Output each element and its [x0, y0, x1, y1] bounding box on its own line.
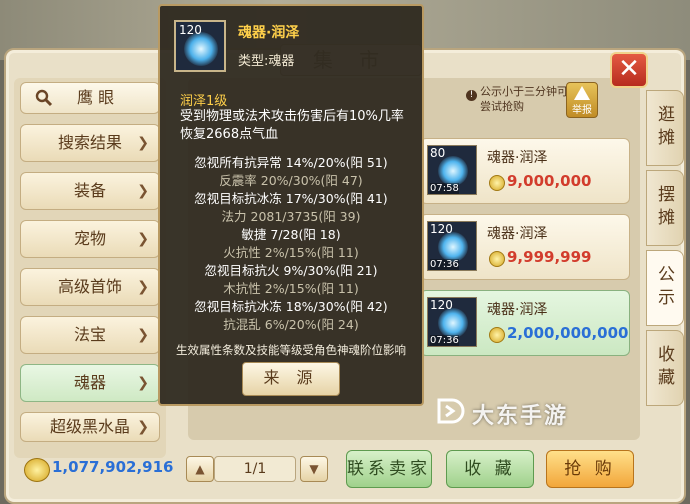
tooltip-item-level: 120 — [179, 23, 202, 37]
item-price: 9,999,999 — [507, 248, 592, 266]
item-thumbnail: 120 07:36 — [427, 297, 477, 347]
chevron-right-icon: ❯ — [137, 375, 149, 391]
favorite-button[interactable]: 收 藏 — [446, 450, 534, 488]
item-thumbnail: 120 07:36 — [427, 221, 477, 271]
report-button[interactable]: 举报 — [566, 82, 598, 118]
tooltip-attribute: 忽视目标抗冰冻 17%/30%(阳 41) — [194, 191, 388, 206]
tooltip-skill-title: 润泽1级 — [180, 94, 228, 109]
page-indicator: 1/1 — [214, 456, 296, 482]
tooltip-attribute-list: 忽视所有抗异常 14%/20%(阳 51) 反震率 20%/30%(阳 47) … — [160, 154, 422, 334]
coin-icon — [489, 327, 505, 343]
item-timer: 07:36 — [430, 335, 459, 346]
menu-item-search-results[interactable]: 搜索结果 ❯ — [20, 124, 160, 162]
menu-item-label: 搜索结果 — [57, 133, 122, 152]
coin-icon — [489, 175, 505, 191]
tooltip-attribute: 忽视目标抗火 9%/30%(阳 21) — [204, 263, 378, 278]
report-label: 举报 — [572, 105, 592, 116]
tooltip-skill-desc: 受到物理或法术攻击伤害后有10%几率恢复2668点气血 — [180, 109, 404, 142]
item-tooltip: 120 魂器·润泽 类型:魂器 润泽1级 受到物理或法术攻击伤害后有10%几率恢… — [158, 4, 424, 406]
item-level: 80 — [430, 146, 446, 160]
item-level: 120 — [430, 222, 453, 236]
chevron-right-icon: ❯ — [137, 231, 149, 247]
menu-item-label: 高级首饰 — [57, 277, 122, 296]
menu-item-magic-treasure[interactable]: 法宝 ❯ — [20, 316, 160, 354]
tooltip-footer-note: 生效属性条数及技能等级受角色神魂阶位影响 — [176, 343, 406, 357]
coin-icon — [489, 251, 505, 267]
tooltip-attribute: 反震率 20%/30%(阳 47) — [219, 173, 363, 188]
tooltip-attribute: 抗混乱 6%/20%(阳 24) — [223, 317, 359, 332]
page-up-button[interactable]: ▲ — [186, 456, 214, 482]
tooltip-attribute: 木抗性 2%/15%(阳 11) — [223, 281, 359, 296]
tooltip-item-icon: 120 — [174, 20, 226, 72]
search-label: 鹰 眼 — [77, 88, 115, 107]
notice-label: 公示小于三分钟可尝试抢购 — [480, 85, 568, 113]
close-button[interactable]: ✕ — [610, 52, 648, 88]
item-price: 2,000,000,000 — [507, 324, 629, 342]
item-name: 魂器·润泽 — [487, 150, 548, 166]
chevron-down-icon: ▼ — [309, 462, 319, 476]
listing-card-selected[interactable]: 120 07:36 魂器·润泽 2,000,000,000 — [420, 290, 630, 356]
watermark-logo-icon — [437, 398, 465, 424]
source-button[interactable]: 来 源 — [242, 362, 340, 396]
tooltip-attribute: 敏捷 7/28(阳 18) — [241, 227, 341, 242]
tooltip-attribute: 忽视目标抗冰冻 18%/30%(阳 42) — [194, 299, 388, 314]
chevron-right-icon: ❯ — [137, 279, 149, 295]
tooltip-attribute: 忽视所有抗异常 14%/20%(阳 51) — [194, 155, 388, 170]
soul-vessel-icon — [438, 308, 468, 338]
chevron-right-icon: ❯ — [137, 183, 149, 199]
menu-item-pet[interactable]: 宠物 ❯ — [20, 220, 160, 258]
gold-coin-icon — [24, 458, 50, 482]
tab-favorites[interactable]: 收藏 — [646, 330, 684, 406]
soul-vessel-icon — [184, 32, 218, 66]
close-icon: ✕ — [618, 54, 640, 84]
eagle-eye-search-button[interactable]: 鹰 眼 — [20, 82, 160, 114]
listing-card[interactable]: 80 07:58 魂器·润泽 9,000,000 — [420, 138, 630, 204]
menu-item-label: 法宝 — [73, 325, 106, 344]
menu-item-label: 超级黑水晶 — [49, 417, 130, 436]
tooltip-item-name: 魂器·润泽 — [238, 25, 300, 41]
search-icon — [35, 89, 53, 111]
tab-browse-stalls[interactable]: 逛摊 — [646, 90, 684, 166]
item-thumbnail: 80 07:58 — [427, 145, 477, 195]
buy-button[interactable]: 抢 购 — [546, 450, 634, 488]
tab-public-notice[interactable]: 公示 — [646, 250, 684, 326]
menu-item-equipment[interactable]: 装备 ❯ — [20, 172, 160, 210]
menu-item-jewelry[interactable]: 高级首饰 ❯ — [20, 268, 160, 306]
soul-vessel-icon — [438, 232, 468, 262]
soul-vessel-icon — [438, 156, 468, 186]
menu-item-soul-vessel[interactable]: 魂器 ❯ — [20, 364, 160, 402]
menu-item-label: 宠物 — [73, 229, 106, 248]
info-icon: ! — [466, 90, 477, 101]
tooltip-attribute: 法力 2081/3735(阳 39) — [221, 209, 361, 224]
warning-icon — [574, 86, 590, 100]
page-down-button[interactable]: ▼ — [300, 456, 328, 482]
money-balance: 1,077,902,916 — [52, 458, 174, 476]
chevron-right-icon: ❯ — [137, 419, 149, 435]
chevron-right-icon: ❯ — [137, 327, 149, 343]
item-timer: 07:58 — [430, 183, 459, 194]
item-level: 120 — [430, 298, 453, 312]
watermark-text: 大东手游 — [472, 404, 569, 429]
item-name: 魂器·润泽 — [487, 302, 548, 318]
notice-text: ! 公示小于三分钟可尝试抢购 — [466, 84, 570, 114]
chevron-right-icon: ❯ — [137, 135, 149, 151]
menu-item-label: 装备 — [73, 181, 106, 200]
tooltip-attribute: 火抗性 2%/15%(阳 11) — [223, 245, 359, 260]
contact-seller-button[interactable]: 联系卖家 — [346, 450, 432, 488]
listing-card[interactable]: 120 07:36 魂器·润泽 9,999,999 — [420, 214, 630, 280]
menu-item-black-crystal[interactable]: 超级黑水晶 ❯ — [20, 412, 160, 442]
item-price: 9,000,000 — [507, 172, 592, 190]
menu-item-label: 魂器 — [73, 373, 106, 392]
tooltip-item-type: 类型:魂器 — [238, 54, 295, 69]
item-name: 魂器·润泽 — [487, 226, 548, 242]
item-timer: 07:36 — [430, 259, 459, 270]
chevron-up-icon: ▲ — [195, 462, 205, 476]
tab-set-up-stall[interactable]: 摆摊 — [646, 170, 684, 246]
